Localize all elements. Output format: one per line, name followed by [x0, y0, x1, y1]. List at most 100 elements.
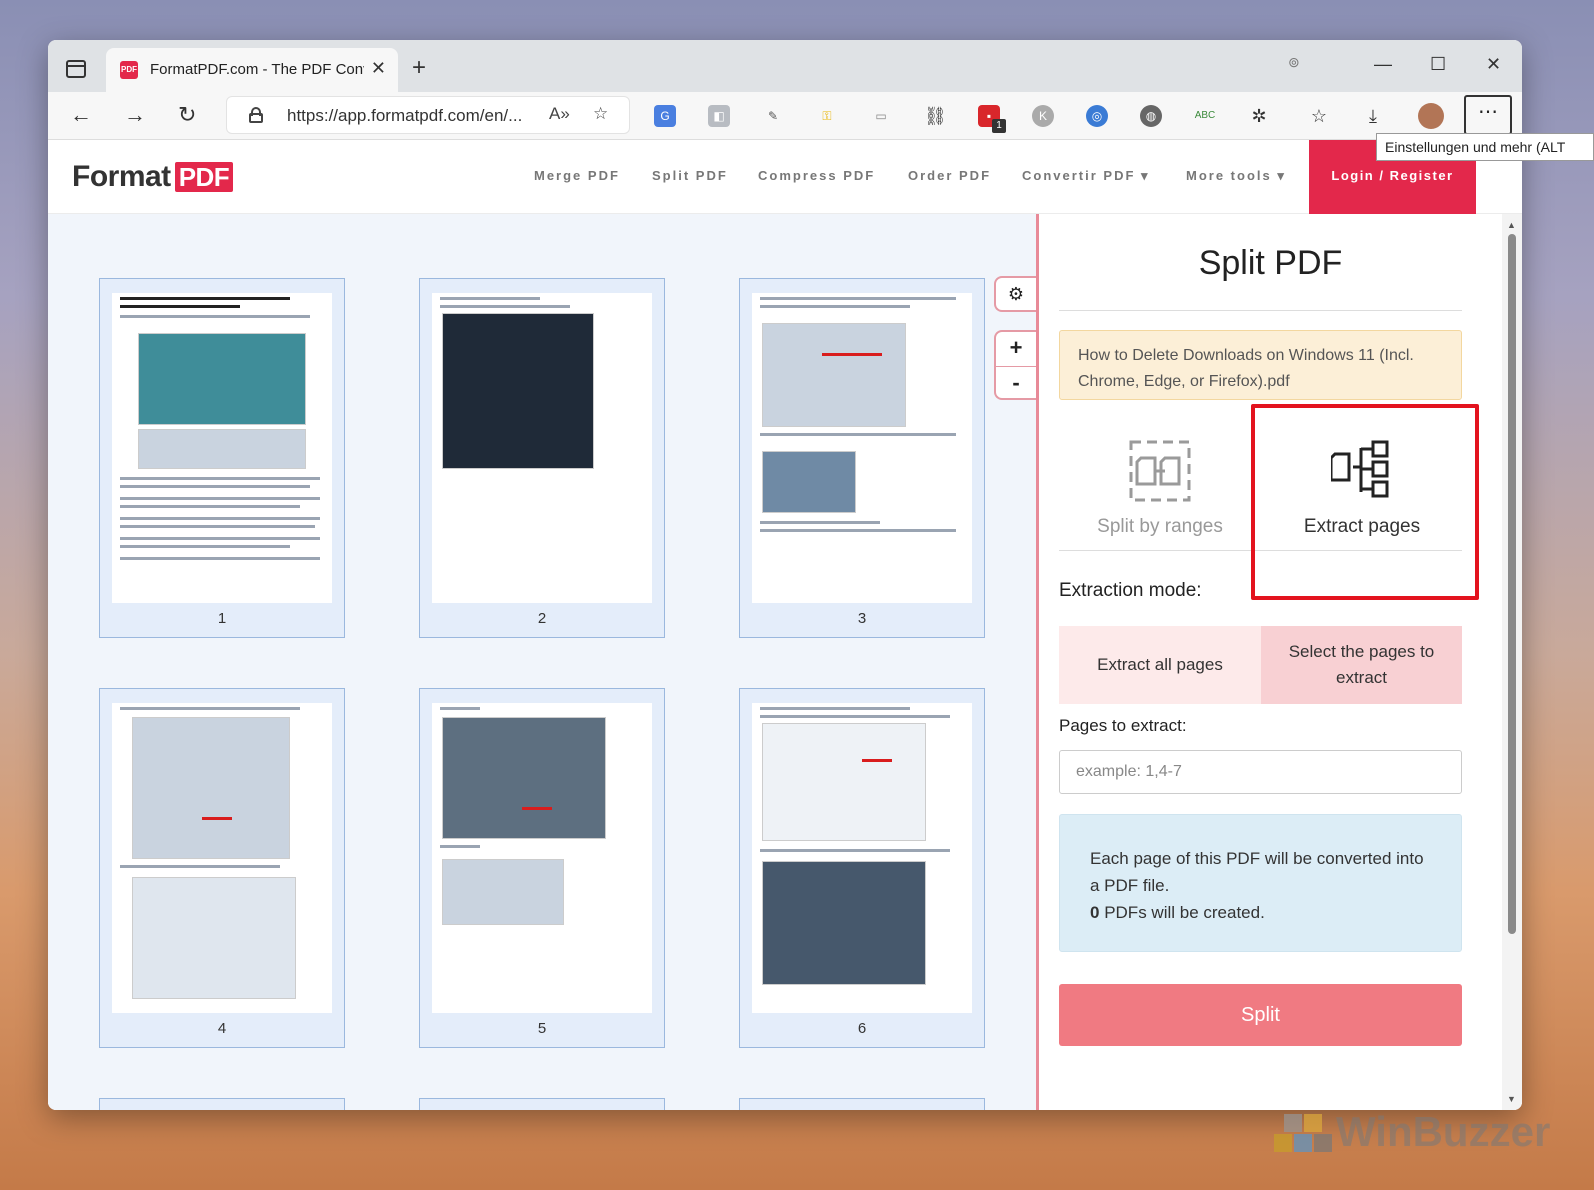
page-preview [432, 703, 652, 1013]
zoom-out-button[interactable]: - [996, 366, 1036, 399]
formatpdf-favicon-icon: PDF [120, 61, 138, 79]
browser-toolbar: ← → ↻ https://app.formatpdf.com/en/... A… [48, 92, 1522, 140]
nav-order-pdf[interactable]: Order PDF [908, 168, 991, 183]
address-bar[interactable]: https://app.formatpdf.com/en/... A» ☆ [226, 96, 630, 134]
back-icon[interactable]: ← [70, 102, 92, 128]
page-thumbnail[interactable] [419, 1098, 665, 1110]
page-thumbnail[interactable]: 5 [419, 688, 665, 1048]
minimize-icon[interactable]: — [1374, 54, 1392, 75]
page-preview [752, 703, 972, 1013]
url-text[interactable]: https://app.formatpdf.com/en/... [287, 106, 522, 126]
k-extension-icon[interactable]: K [1032, 105, 1054, 127]
downloads-icon[interactable]: ⤓ [1362, 105, 1384, 127]
scrollbar[interactable]: ▲ ▼ [1502, 214, 1522, 1110]
key-extension-icon[interactable]: ⚿ [816, 105, 838, 127]
pages-to-extract-label: Pages to extract: [1059, 716, 1187, 735]
watermark-text: WinBuzzer [1336, 1108, 1551, 1155]
page-preview [752, 293, 972, 603]
nav-split-pdf[interactable]: Split PDF [652, 168, 728, 183]
close-window-icon[interactable]: ✕ [1486, 54, 1501, 75]
maximize-icon[interactable]: ☐ [1430, 54, 1446, 75]
refresh-icon[interactable]: ↻ [178, 102, 196, 128]
split-button[interactable]: Split [1059, 984, 1462, 1046]
notification-extension-icon[interactable]: ▪ 1 [978, 105, 1006, 133]
forward-icon[interactable]: → [124, 102, 146, 128]
lock-icon[interactable] [249, 107, 263, 123]
profile-avatar[interactable] [1418, 103, 1444, 129]
divider [1059, 310, 1462, 311]
add-favorite-icon[interactable]: ☆ [593, 104, 608, 124]
info-box: Each page of this PDF will be converted … [1059, 814, 1462, 952]
browser-window: PDF FormatPDF.com - The PDF Conve ✕ + ⊚ … [48, 40, 1522, 1110]
chevron-down-icon: ▾ [1277, 168, 1286, 183]
formatpdf-site: Format PDF Merge PDF Split PDF Compress P… [48, 140, 1522, 1110]
page-image [138, 429, 306, 469]
settings-gears-icon[interactable]: ⚙ [994, 276, 1036, 312]
page-image [138, 333, 306, 425]
favorites-icon[interactable]: ☆ [1308, 105, 1330, 127]
page-image [442, 313, 594, 469]
tab-actions-icon[interactable] [66, 60, 86, 78]
split-by-ranges-label: Split by ranges [1097, 516, 1223, 537]
spellcheck-extension-icon[interactable]: ABC [1194, 105, 1216, 127]
folder-extension-icon[interactable]: ▭ [870, 105, 892, 127]
tab-title: FormatPDF.com - The PDF Conve [150, 61, 364, 78]
file-name-box: How to Delete Downloads on Windows 11 (I… [1059, 330, 1462, 400]
page-thumbnail[interactable]: 1 [99, 278, 345, 638]
page-preview [432, 293, 652, 603]
page-number: 6 [857, 1020, 867, 1037]
extensions-puzzle-icon[interactable]: ✲ [1248, 105, 1270, 127]
settings-more-button[interactable]: ⋯ [1464, 95, 1512, 135]
panel-title: Split PDF [1198, 244, 1343, 282]
zoom-in-button[interactable]: + [996, 332, 1036, 365]
page-thumbnail[interactable]: 3 [739, 278, 985, 638]
pen-extension-icon[interactable]: ✎ [762, 105, 784, 127]
pages-to-extract-input[interactable] [1059, 750, 1462, 794]
page-number: 2 [537, 610, 547, 627]
pdf-page-viewer: 1 2 3 4 5 6 ⚙ + - [48, 214, 1036, 1110]
info-count-text: PDFs will be created. [1099, 903, 1265, 922]
logo-pdf: PDF [174, 162, 234, 192]
scroll-down-icon[interactable]: ▼ [1507, 1094, 1516, 1104]
close-tab-icon[interactable]: ✕ [371, 58, 386, 79]
page-thumbnail[interactable]: 4 [99, 688, 345, 1048]
split-ranges-icon [1129, 440, 1191, 502]
page-image [762, 861, 926, 985]
new-tab-icon[interactable]: + [412, 54, 426, 82]
nav-more-tools[interactable]: More tools ▾ [1186, 168, 1286, 184]
page-thumbnail[interactable]: 6 [739, 688, 985, 1048]
nav-compress-pdf[interactable]: Compress PDF [758, 168, 875, 183]
scroll-up-icon[interactable]: ▲ [1507, 220, 1516, 230]
workspace-icon[interactable]: ⊚ [1288, 54, 1300, 71]
logo-text: Format [72, 160, 171, 193]
page-number: 5 [537, 1020, 547, 1037]
page-thumbnail[interactable] [739, 1098, 985, 1110]
page-image [442, 717, 606, 839]
read-aloud-icon[interactable]: A» [549, 104, 570, 124]
nav-more-tools-label: More tools [1186, 168, 1272, 183]
split-panel: Split PDF How to Delete Downloads on Win… [1036, 214, 1502, 1110]
site-header: Format PDF Merge PDF Split PDF Compress P… [48, 140, 1522, 214]
page-number: 3 [857, 610, 867, 627]
translate-extension-icon[interactable]: G [654, 105, 676, 127]
link-extension-icon[interactable]: ⛓ [924, 105, 947, 127]
scroll-thumb[interactable] [1508, 234, 1516, 934]
circle-extension-icon[interactable]: ◎ [1086, 105, 1108, 127]
browser-tab[interactable]: PDF FormatPDF.com - The PDF Conve ✕ [106, 48, 398, 92]
chevron-down-icon: ▾ [1141, 168, 1150, 183]
site-logo[interactable]: Format PDF [72, 160, 234, 194]
page-preview [112, 703, 332, 1013]
select-pages-button[interactable]: Select the pages to extract [1261, 626, 1462, 704]
globe-extension-icon[interactable]: ◍ [1140, 105, 1162, 127]
page-thumbnail[interactable] [99, 1098, 345, 1110]
extension-icon[interactable]: ◧ [708, 105, 730, 127]
page-image [132, 717, 290, 859]
page-thumbnail[interactable]: 2 [419, 278, 665, 638]
split-by-ranges-tab[interactable]: Split by ranges [1059, 420, 1261, 550]
extract-all-pages-button[interactable]: Extract all pages [1059, 626, 1261, 704]
nav-merge-pdf[interactable]: Merge PDF [534, 168, 620, 183]
nav-convertir-pdf[interactable]: Convertir PDF ▾ [1022, 168, 1150, 184]
info-count-line: 0 PDFs will be created. [1090, 899, 1431, 926]
page-number: 4 [217, 1020, 227, 1037]
page-number: 1 [217, 610, 227, 627]
